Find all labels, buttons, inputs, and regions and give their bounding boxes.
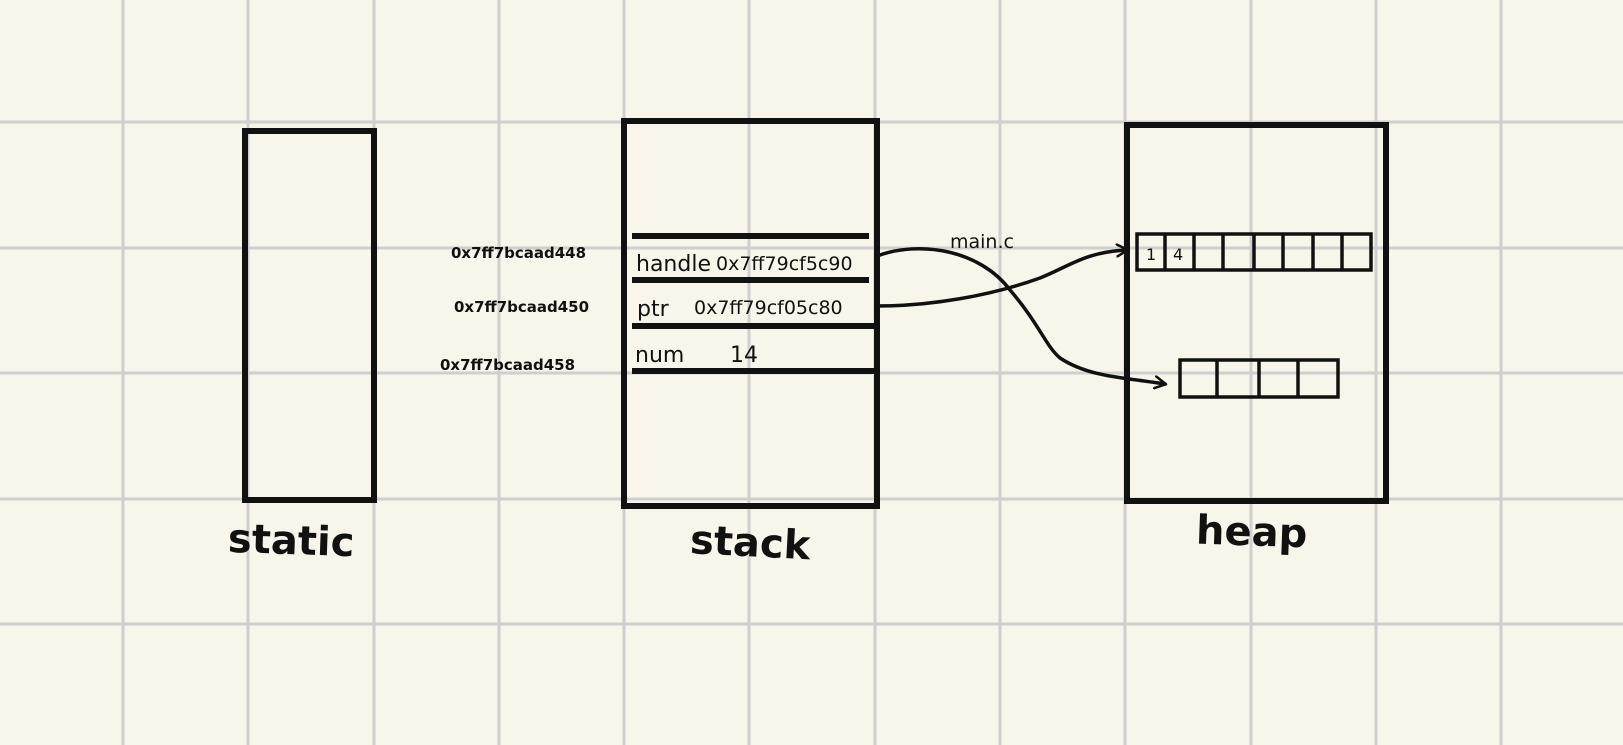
memory-layout-diagram: static 0x7ff7bcaad448 0x7ff7bcaad450 0x7… [0,0,1623,745]
heap-allocation-block: 1 4 [1135,232,1373,272]
ptr-arrow [875,250,1127,308]
heap-cell-value: 4 [1173,245,1183,264]
heap-cell-value: 1 [1146,245,1156,264]
stack-slot-address: 0x7ff7bcaad448 [451,244,586,262]
heap-label: heap [1195,507,1308,557]
stack-variable-name: ptr [637,297,670,322]
stack-variable-value: 14 [730,343,758,368]
stack-variable-value: 0x7ff79cf5c90 [716,253,853,275]
static-label: static [227,516,355,566]
stack-slot-address: 0x7ff7bcaad450 [454,298,589,316]
heap-allocation-block [1178,358,1340,399]
stack-variable-value: 0x7ff79cf05c80 [694,297,843,319]
stack-region: 0x7ff7bcaad448 0x7ff7bcaad450 0x7ff7bcaa… [440,118,880,569]
stack-variable-name: handle [636,252,711,277]
stack-slot-address: 0x7ff7bcaad458 [440,356,575,374]
stack-variable-name: num [635,343,684,368]
file-label: main.c [950,231,1014,253]
heap-box [1124,122,1389,504]
heap-region: 1 4 heap [1124,122,1389,557]
handle-arrow [875,246,1165,384]
static-box [242,128,377,503]
stack-label: stack [689,517,813,569]
